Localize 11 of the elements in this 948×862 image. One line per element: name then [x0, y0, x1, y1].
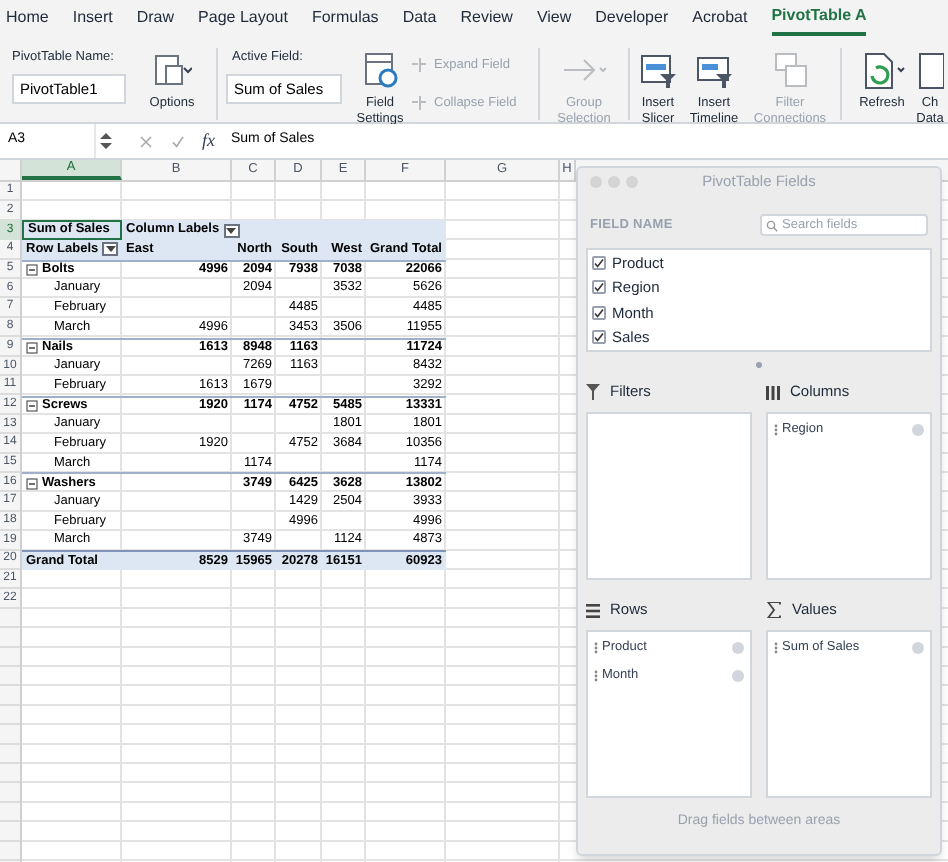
ribbon-tab[interactable]: Acrobat	[692, 0, 748, 36]
insert-function-button[interactable]: fx	[202, 127, 215, 155]
ribbon-tab[interactable]: Formulas	[311, 0, 379, 36]
ribbon-tab[interactable]: Developer	[595, 0, 669, 36]
ribbon-tab[interactable]: View	[536, 0, 572, 36]
ribbon-tab[interactable]: Review	[460, 0, 513, 36]
ribbon-tab[interactable]: Data	[402, 0, 437, 36]
ribbon-tab[interactable]: Insert	[72, 0, 113, 36]
ribbon-tab[interactable]: Home	[6, 0, 49, 36]
ribbon-tab[interactable]: Draw	[136, 0, 175, 36]
ribbon-tab[interactable]: Page Layout	[198, 0, 288, 36]
